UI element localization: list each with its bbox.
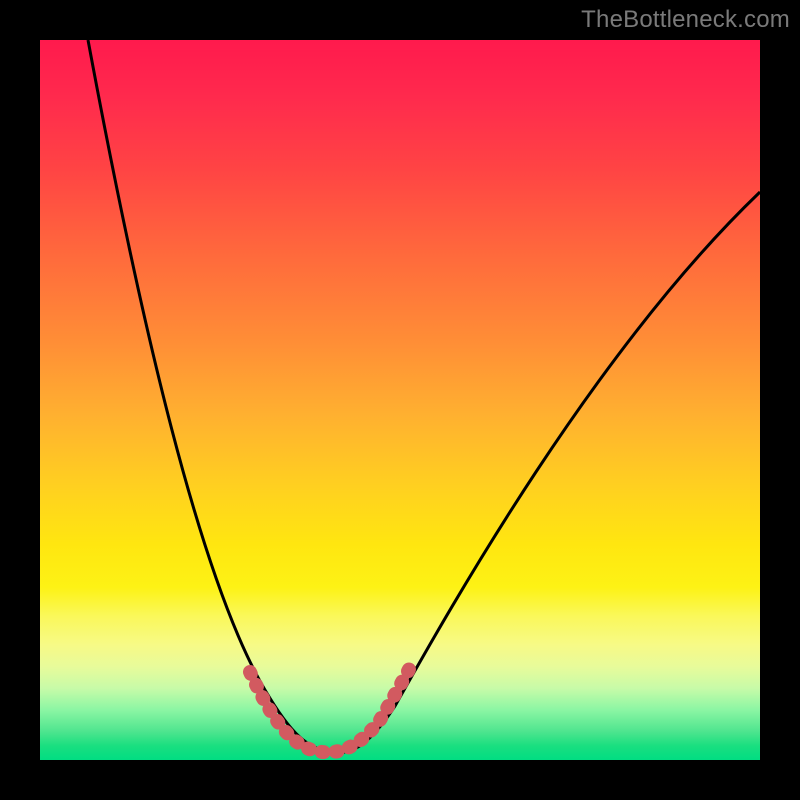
chart-svg (40, 40, 760, 760)
chart-frame: TheBottleneck.com (0, 0, 800, 800)
bottleneck-curve (88, 40, 760, 753)
plot-area (40, 40, 760, 760)
valley-highlight-dots (250, 664, 412, 752)
watermark-text: TheBottleneck.com (581, 6, 790, 34)
